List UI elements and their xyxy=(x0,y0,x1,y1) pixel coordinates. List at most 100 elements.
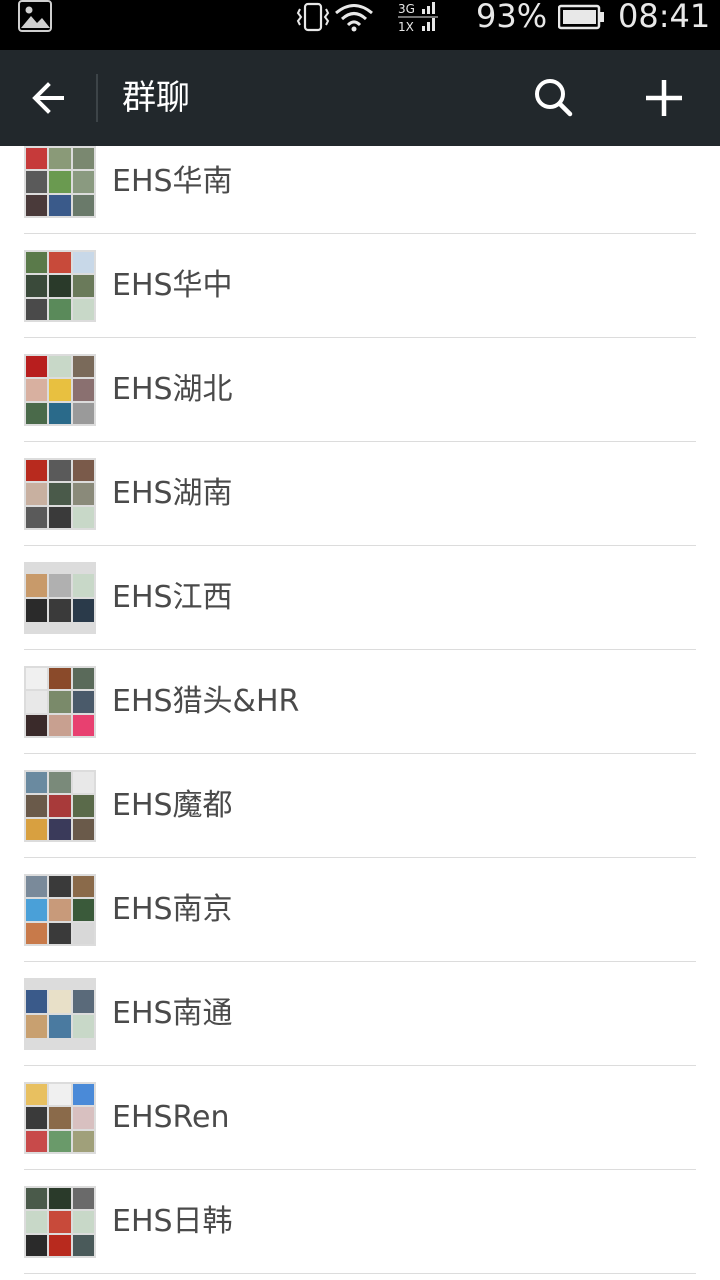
member-avatar-tile xyxy=(26,691,48,713)
group-avatar xyxy=(24,666,96,738)
member-avatar-tile xyxy=(72,599,94,622)
member-avatar-tile xyxy=(72,1084,94,1106)
member-avatar-tile xyxy=(72,574,94,597)
member-avatar-tile xyxy=(26,298,48,320)
group-name: EHS魔都 xyxy=(112,788,233,823)
member-avatar-tile xyxy=(49,298,71,320)
group-avatar xyxy=(24,978,96,1050)
member-avatar-tile xyxy=(72,356,94,378)
group-avatar xyxy=(24,146,96,218)
back-button[interactable] xyxy=(18,66,82,130)
member-avatar-tile xyxy=(49,795,71,817)
group-avatar xyxy=(24,1186,96,1258)
group-chat-list[interactable]: EHS华南 EHS华中 EHS湖北 EHS湖南 EHS江西 EHS猎头&HR EHS魔都 EH… xyxy=(0,146,720,1280)
member-avatar-tile xyxy=(72,171,94,193)
member-avatar-tile xyxy=(26,1234,48,1256)
member-avatar-tile xyxy=(26,772,48,794)
back-arrow-icon xyxy=(32,82,64,114)
member-avatar-tile xyxy=(26,922,48,944)
member-avatar-tile xyxy=(49,574,71,597)
member-avatar-tile xyxy=(26,483,48,505)
group-avatar xyxy=(24,874,96,946)
member-avatar-tile xyxy=(72,252,94,274)
member-avatar-tile xyxy=(49,599,71,622)
group-name: EHS南京 xyxy=(112,892,233,927)
member-avatar-tile xyxy=(26,1015,48,1038)
group-avatar xyxy=(24,562,96,634)
member-avatar-tile xyxy=(49,1211,71,1233)
wifi-icon xyxy=(335,4,373,32)
group-avatar xyxy=(24,250,96,322)
member-avatar-tile xyxy=(26,1084,48,1106)
member-avatar-tile xyxy=(49,899,71,921)
member-avatar-tile xyxy=(72,990,94,1013)
member-avatar-tile xyxy=(26,599,48,622)
member-avatar-tile xyxy=(72,483,94,505)
group-name: EHS湖北 xyxy=(112,372,233,407)
member-avatar-tile xyxy=(72,691,94,713)
member-avatar-tile xyxy=(49,818,71,840)
vibrate-icon xyxy=(296,2,330,32)
member-avatar-tile xyxy=(26,714,48,736)
plus-icon xyxy=(646,80,682,116)
group-chat-row[interactable]: EHS魔都 xyxy=(0,754,720,858)
member-avatar-tile xyxy=(26,668,48,690)
member-avatar-tile xyxy=(49,714,71,736)
group-name: EHS日韩 xyxy=(112,1204,233,1239)
member-avatar-tile xyxy=(26,252,48,274)
group-chat-row[interactable]: EHS江西 xyxy=(0,546,720,650)
member-avatar-tile xyxy=(26,171,48,193)
search-icon xyxy=(535,79,573,117)
group-chat-row[interactable]: EHSRen xyxy=(0,1066,720,1170)
group-chat-row[interactable]: EHS湖南 xyxy=(0,442,720,546)
gallery-icon xyxy=(18,0,52,32)
member-avatar-tile xyxy=(49,772,71,794)
group-avatar xyxy=(24,1082,96,1154)
member-avatar-tile xyxy=(49,1107,71,1129)
group-avatar xyxy=(24,770,96,842)
group-chat-row[interactable]: EHS华中 xyxy=(0,234,720,338)
member-avatar-tile xyxy=(49,1084,71,1106)
member-avatar-tile xyxy=(26,899,48,921)
clock: 08:41 xyxy=(618,0,711,35)
group-chat-row[interactable]: EHS湖北 xyxy=(0,338,720,442)
member-avatar-tile xyxy=(72,876,94,898)
group-chat-row[interactable]: EHS华南 xyxy=(0,146,720,234)
member-avatar-tile xyxy=(72,922,94,944)
member-avatar-tile xyxy=(26,356,48,378)
member-avatar-tile xyxy=(49,1188,71,1210)
member-avatar-tile xyxy=(49,194,71,216)
member-avatar-tile xyxy=(72,1234,94,1256)
member-avatar-tile xyxy=(26,574,48,597)
group-avatar xyxy=(24,354,96,426)
search-button[interactable] xyxy=(522,66,586,130)
member-avatar-tile xyxy=(72,1211,94,1233)
member-avatar-tile xyxy=(26,194,48,216)
group-chat-row[interactable]: EHS南京 xyxy=(0,858,720,962)
member-avatar-tile xyxy=(49,379,71,401)
member-avatar-tile xyxy=(72,460,94,482)
member-avatar-tile xyxy=(72,1015,94,1038)
group-name: EHS江西 xyxy=(112,580,233,615)
member-avatar-tile xyxy=(26,818,48,840)
member-avatar-tile xyxy=(26,379,48,401)
member-avatar-tile xyxy=(49,148,71,170)
add-button[interactable] xyxy=(632,66,696,130)
group-chat-row[interactable]: EHS南通 xyxy=(0,962,720,1066)
member-avatar-tile xyxy=(26,460,48,482)
group-name: EHSRen xyxy=(112,1100,230,1135)
member-avatar-tile xyxy=(26,1188,48,1210)
member-avatar-tile xyxy=(49,356,71,378)
status-bar: 3G 1X 93% 08:41 xyxy=(0,0,720,50)
group-chat-row[interactable]: EHS日韩 xyxy=(0,1170,720,1274)
member-avatar-tile xyxy=(72,795,94,817)
member-avatar-tile xyxy=(49,1130,71,1152)
member-avatar-tile xyxy=(72,379,94,401)
member-avatar-tile xyxy=(26,148,48,170)
member-avatar-tile xyxy=(26,876,48,898)
member-avatar-tile xyxy=(49,460,71,482)
group-chat-row[interactable]: EHS猎头&HR xyxy=(0,650,720,754)
member-avatar-tile xyxy=(72,714,94,736)
group-name: EHS华中 xyxy=(112,268,233,303)
member-avatar-tile xyxy=(26,1130,48,1152)
